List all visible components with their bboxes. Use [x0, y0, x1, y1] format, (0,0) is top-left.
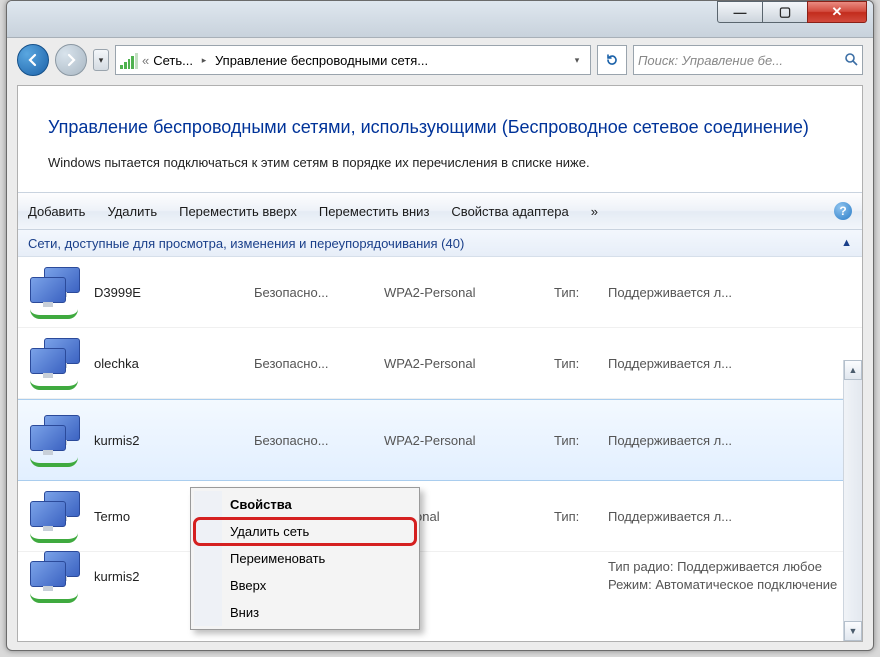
breadcrumb-prefix: « [140, 53, 151, 68]
toolbar-move-up[interactable]: Переместить вверх [179, 204, 297, 219]
page-subtext: Windows пытается подключаться к этим сет… [18, 149, 862, 192]
chevron-right-icon[interactable]: ▸ [195, 55, 213, 66]
ctx-rename[interactable]: Переименовать [194, 545, 416, 572]
address-bar[interactable]: « Сеть... ▸ Управление беспроводными сет… [115, 45, 591, 75]
network-encryption: WPA2-Personal [384, 433, 544, 448]
mode-value: Автоматическое подключение [655, 577, 837, 592]
search-input[interactable]: Поиск: Управление бе... [633, 45, 863, 75]
maximize-button[interactable]: ▢ [762, 1, 808, 23]
network-name: D3999E [94, 285, 244, 300]
back-button[interactable] [17, 44, 49, 76]
ctx-properties[interactable]: Свойства [194, 491, 416, 518]
signal-icon [120, 51, 138, 69]
window-controls: — ▢ ✕ [718, 1, 867, 23]
breadcrumb-dropdown[interactable]: ▾ [568, 55, 586, 66]
network-icon [28, 340, 84, 386]
command-bar: Добавить Удалить Переместить вверх Перем… [18, 192, 862, 230]
navigation-row: ▾ « Сеть... ▸ Управление беспроводными с… [7, 39, 873, 81]
breadcrumb-segment[interactable]: Сеть... [153, 53, 193, 68]
vertical-scrollbar[interactable]: ▲ ▼ [843, 360, 862, 641]
network-encryption: WPA2-Personal [384, 356, 544, 371]
help-icon[interactable]: ? [834, 202, 852, 220]
network-row-selected[interactable]: kurmis2 Безопасно... WPA2-Personal Тип: … [18, 399, 862, 481]
toolbar-add[interactable]: Добавить [28, 204, 85, 219]
network-icon [28, 269, 84, 315]
network-security-label: Безопасно... [254, 356, 374, 371]
network-type: Поддерживается л... [608, 433, 852, 448]
section-label: Сети, доступные для просмотра, изменения… [28, 236, 464, 251]
network-row[interactable]: Termo -Personal Тип: Поддерживается л... [18, 481, 862, 552]
toolbar-adapter-properties[interactable]: Свойства адаптера [451, 204, 568, 219]
nav-history-dropdown[interactable]: ▾ [93, 49, 109, 71]
network-encryption: WPA2-Personal [384, 285, 544, 300]
close-button[interactable]: ✕ [807, 1, 867, 23]
collapse-icon[interactable]: ▲ [841, 237, 852, 249]
context-menu: Свойства Удалить сеть Переименовать Ввер… [190, 487, 420, 630]
toolbar-overflow[interactable]: » [591, 204, 598, 219]
network-row[interactable]: D3999E Безопасно... WPA2-Personal Тип: П… [18, 257, 862, 328]
breadcrumb-segment[interactable]: Управление беспроводными сетя... [215, 53, 428, 68]
network-type: Поддерживается л... [608, 509, 852, 524]
minimize-button[interactable]: — [717, 1, 763, 23]
network-security-label: Безопасно... [254, 285, 374, 300]
network-icon [28, 417, 84, 463]
radio-type-value: Поддерживается любое [677, 559, 822, 574]
network-type-label: Тип: [554, 356, 598, 371]
ctx-move-down[interactable]: Вниз [194, 599, 416, 626]
network-type-label: Тип: [554, 509, 598, 524]
refresh-button[interactable] [597, 45, 627, 75]
network-icon [28, 553, 84, 599]
mode-label: Режим: [608, 577, 652, 592]
scroll-down-icon[interactable]: ▼ [844, 621, 862, 641]
search-icon [844, 52, 858, 69]
scroll-up-icon[interactable]: ▲ [844, 360, 862, 380]
section-header[interactable]: Сети, доступные для просмотра, изменения… [18, 230, 862, 257]
network-type: Поддерживается л... [608, 356, 852, 371]
network-name: kurmis2 [94, 433, 244, 448]
network-name: olechka [94, 356, 244, 371]
network-icon [28, 493, 84, 539]
explorer-window: — ▢ ✕ ▾ « Сеть... ▸ Управление беспровод… [6, 0, 874, 651]
ctx-delete-network[interactable]: Удалить сеть [194, 518, 416, 545]
forward-button[interactable] [55, 44, 87, 76]
network-type-label: Тип: [554, 285, 598, 300]
content-pane: Управление беспроводными сетями, использ… [17, 85, 863, 642]
network-row[interactable]: olechka Безопасно... WPA2-Personal Тип: … [18, 328, 862, 399]
toolbar-move-down[interactable]: Переместить вниз [319, 204, 430, 219]
toolbar-delete[interactable]: Удалить [107, 204, 157, 219]
radio-type-label: Тип радио: [608, 559, 673, 574]
search-placeholder: Поиск: Управление бе... [638, 53, 783, 68]
network-row[interactable]: kurmis2 onal Тип радио: Поддерживается л… [18, 552, 862, 600]
page-title: Управление беспроводными сетями, использ… [18, 86, 862, 149]
title-bar: — ▢ ✕ [7, 1, 873, 38]
ctx-move-up[interactable]: Вверх [194, 572, 416, 599]
network-type-label: Тип: [554, 433, 598, 448]
network-type: Поддерживается л... [608, 285, 852, 300]
network-security-label: Безопасно... [254, 433, 374, 448]
